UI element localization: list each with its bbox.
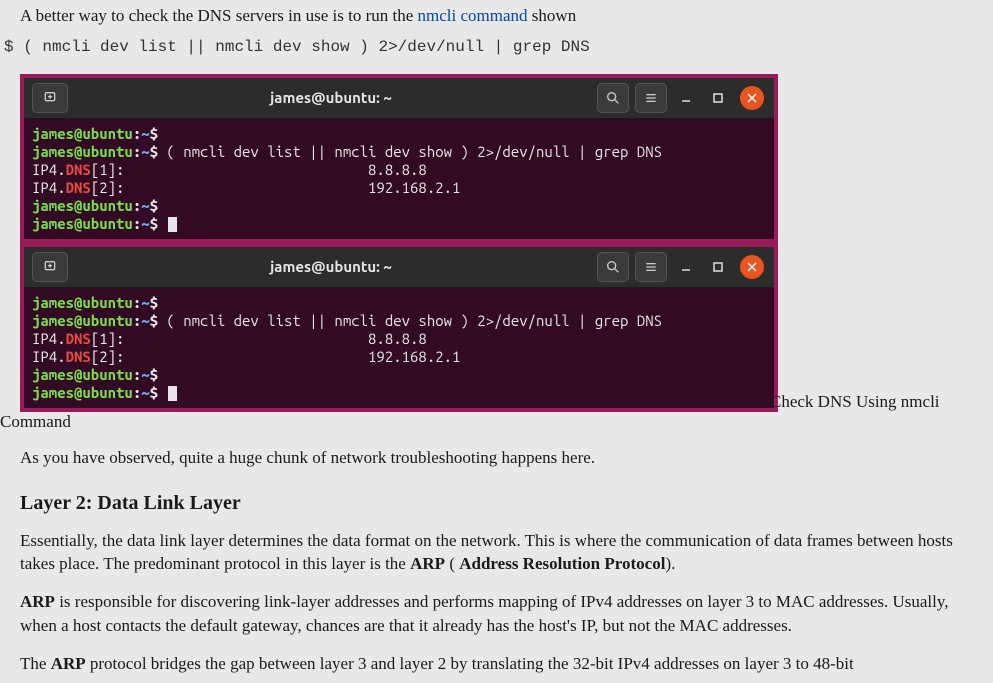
menu-button[interactable] [635,252,667,282]
layer2-para-1: Essentially, the data link layer determi… [20,529,973,577]
terminal-line: IP4.DNS[1]: 8.8.8.8 [32,330,766,348]
terminal-image-wrap: james@ubuntu: ~ james@ubuntu:~$ james@ub… [20,74,770,412]
terminal-line: james@ubuntu:~$ [32,215,766,233]
arp-bold: ARP [20,592,55,611]
observed-paragraph: As you have observed, quite a huge chunk… [20,446,973,470]
search-button[interactable] [597,252,629,282]
terminal-line: james@ubuntu:~$ ( nmcli dev list || nmcl… [32,312,766,330]
terminal-line: IP4.DNS[2]: 192.168.2.1 [32,348,766,366]
text-span: ). [665,554,675,573]
minimize-button[interactable] [673,253,699,281]
terminal-line: james@ubuntu:~$ [32,197,766,215]
arp-bold: ARP [51,654,86,673]
close-button[interactable] [740,255,764,279]
arp-bold: ARP [410,554,445,573]
terminal-titlebar: james@ubuntu: ~ [24,78,774,119]
text-span: ( [445,554,459,573]
intro-paragraph: A better way to check the DNS servers in… [20,4,973,28]
maximize-button[interactable] [705,253,731,281]
text-span: protocol bridges the gap between layer 3… [86,654,854,673]
terminal-line: james@ubuntu:~$ [32,294,766,312]
layer2-para-3: The ARP protocol bridges the gap between… [20,652,973,676]
terminal-line: james@ubuntu:~$ ( nmcli dev list || nmcl… [32,143,766,161]
layer2-heading: Layer 2: Data Link Layer [20,492,973,515]
maximize-button[interactable] [705,84,731,112]
terminal-body: james@ubuntu:~$ james@ubuntu:~$ ( nmcli … [24,119,774,239]
text-span: is responsible for discovering link-laye… [20,592,949,635]
minimize-button[interactable] [673,84,699,112]
search-button[interactable] [597,83,629,113]
text-span: The [20,654,51,673]
terminal-window-2: james@ubuntu: ~ james@ubuntu:~$ james@ub… [20,243,778,412]
terminal-window-1: james@ubuntu: ~ james@ubuntu:~$ james@ub… [20,74,778,243]
layer2-para-2: ARP is responsible for discovering link-… [20,590,973,638]
cursor-icon [168,217,177,232]
nmcli-link[interactable]: nmcli command [418,6,528,25]
close-button[interactable] [740,86,764,110]
terminal-body: james@ubuntu:~$ james@ubuntu:~$ ( nmcli … [24,288,774,408]
terminal-titlebar: james@ubuntu: ~ [24,247,774,288]
terminal-line: IP4.DNS[1]: 8.8.8.8 [32,161,766,179]
menu-button[interactable] [635,83,667,113]
terminal-line: james@ubuntu:~$ [32,384,766,402]
intro-text-2: shown [528,6,577,25]
arp-fullname-bold: Address Resolution Protocol [459,554,665,573]
shell-command-block: $ ( nmcli dev list || nmcli dev show ) 2… [0,38,993,56]
intro-text-1: A better way to check the DNS servers in… [20,6,418,25]
cursor-icon [168,386,177,401]
terminal-line: james@ubuntu:~$ [32,125,766,143]
terminal-line: IP4.DNS[2]: 192.168.2.1 [32,179,766,197]
new-tab-button[interactable] [32,83,68,113]
terminal-title: james@ubuntu: ~ [68,258,594,276]
terminal-title: james@ubuntu: ~ [68,89,594,107]
new-tab-button[interactable] [32,252,68,282]
terminal-line: james@ubuntu:~$ [32,366,766,384]
